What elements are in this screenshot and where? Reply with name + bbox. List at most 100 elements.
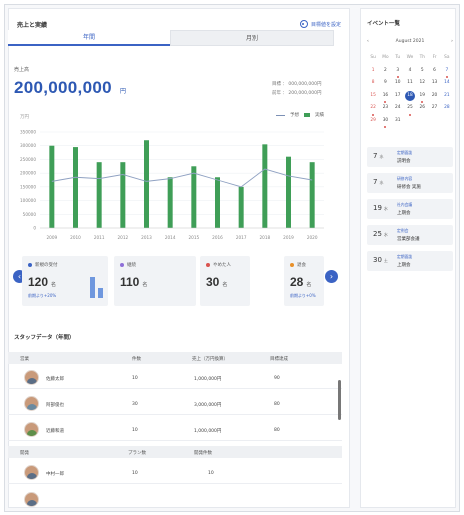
calendar-day[interactable]: 14 xyxy=(441,78,453,91)
event-item[interactable]: 19 水 社内会議 上期会 xyxy=(367,199,453,219)
bar xyxy=(215,177,220,228)
weekday-label: Tu xyxy=(395,55,401,60)
calendar-day[interactable]: 25 xyxy=(404,103,416,116)
kpi-label: 売上高 xyxy=(14,67,30,73)
calendar-day[interactable]: 1 xyxy=(367,66,379,79)
calendar-day[interactable]: 18 xyxy=(404,90,416,104)
calendar-day[interactable]: 5 xyxy=(416,66,428,79)
table-row[interactable] xyxy=(8,486,342,507)
card-new-head: 新規の受付 xyxy=(28,262,58,268)
panel-title: 売上と実績 xyxy=(17,21,48,29)
card-new-note: 前期より+20% xyxy=(28,293,57,298)
staff-revenue: 1,000,000円 xyxy=(194,377,222,382)
x-tick-label: 2020 xyxy=(307,235,318,240)
staff-rate: 80 xyxy=(274,402,280,407)
calendar-day[interactable]: 9 xyxy=(379,78,391,91)
card-quit-value: 30 xyxy=(206,275,220,289)
x-tick-label: 2012 xyxy=(117,235,128,240)
bar xyxy=(262,144,268,228)
event-day-number: 7 xyxy=(373,152,378,160)
calendar-day[interactable]: 6 xyxy=(428,66,440,79)
event-item[interactable]: 30 土 定期面談 上期会 xyxy=(367,251,453,271)
x-tick-label: 2015 xyxy=(188,235,199,240)
event-name: 説明会 xyxy=(397,159,411,164)
legend-bar-swatch xyxy=(304,113,310,117)
weekday-label: Fr xyxy=(432,55,437,60)
calendar-prev-button[interactable]: ‹ xyxy=(367,39,369,44)
x-tick-label: 2011 xyxy=(94,235,105,240)
bar xyxy=(167,177,173,228)
table-row[interactable]: 中村一郎 10 10 xyxy=(8,462,342,484)
bar xyxy=(96,162,102,228)
calendar-day[interactable]: 26 xyxy=(416,103,428,116)
weekday-label: We xyxy=(406,55,414,60)
x-tick-label: 2018 xyxy=(259,235,270,240)
card-quit-value-wrap: 30 名 xyxy=(206,275,227,289)
calendar-day[interactable]: 27 xyxy=(428,103,440,116)
event-tag: 定例会 xyxy=(397,228,409,233)
calendar-day[interactable]: 7 xyxy=(441,66,453,79)
set-target-link[interactable]: 目標値を設定 xyxy=(299,20,341,28)
table-scrollbar[interactable] xyxy=(338,380,341,420)
card-leave: 退会 28 名 前期より+0% xyxy=(284,256,324,306)
calendar-day[interactable]: 29 xyxy=(367,116,379,129)
x-tick-label: 2013 xyxy=(141,235,152,240)
calendar-day[interactable]: 19 xyxy=(416,91,428,104)
calendar-day[interactable]: 13 xyxy=(428,78,440,91)
y-tick-label: 0 xyxy=(33,226,36,231)
staff-name: 近藤和道 xyxy=(46,429,64,434)
card-new-unit: 名 xyxy=(51,282,57,288)
calendar-day[interactable]: 20 xyxy=(428,91,440,104)
card-new-label: 新規の受付 xyxy=(35,263,58,268)
avatar xyxy=(24,396,39,411)
calendar-day[interactable]: 21 xyxy=(441,91,453,104)
event-weekday: 水 xyxy=(379,154,384,159)
tab-monthly[interactable]: 月別 xyxy=(170,30,334,46)
calendar-week: 1234567 xyxy=(367,66,453,79)
calendar-day[interactable]: 31 xyxy=(392,116,404,129)
cards-next-button[interactable]: › xyxy=(325,270,338,283)
calendar-day xyxy=(428,116,440,129)
table-row[interactable]: 阿部俊也 30 3,000,000円 80 xyxy=(8,393,342,415)
calendar-day[interactable]: 22 xyxy=(367,103,379,116)
calendar-day[interactable]: 30 xyxy=(379,116,391,129)
event-name: 上期会 xyxy=(397,263,411,268)
calendar-weekday-row: Su Mo Tu We Th Fr Sa xyxy=(367,53,453,66)
event-item[interactable]: 25 水 定例会 営業部会議 xyxy=(367,225,453,245)
calendar-day[interactable]: 17 xyxy=(392,91,404,104)
table-row[interactable]: 佐藤太郎 10 1,000,000円 90 xyxy=(8,367,342,389)
calendar-next-button[interactable]: › xyxy=(451,39,453,44)
calendar-day[interactable]: 2 xyxy=(379,66,391,79)
bar xyxy=(49,145,55,228)
event-item[interactable]: 7 水 定期面談 説明会 xyxy=(367,147,453,167)
chart-legend: 予想 実績 xyxy=(276,112,324,118)
calendar-month: August 2021 xyxy=(395,39,425,44)
calendar-day[interactable]: 12 xyxy=(416,78,428,91)
event-tag: 社内会議 xyxy=(397,202,413,207)
avatar xyxy=(24,422,39,437)
bar xyxy=(309,162,315,228)
table-row[interactable]: 近藤和道 10 1,000,000円 80 xyxy=(8,419,342,441)
calendar-day[interactable]: 16 xyxy=(379,91,391,104)
calendar-day[interactable]: 24 xyxy=(392,103,404,116)
card-leave-dot xyxy=(290,263,294,267)
card-continue-label: 継続 xyxy=(127,263,136,268)
x-tick-label: 2010 xyxy=(70,235,81,240)
calendar-day[interactable]: 3 xyxy=(392,66,404,79)
col-dev: 開発 xyxy=(20,451,29,456)
sales-chart: 0 50000 100000 150000 200000 250000 300000 3500… xyxy=(20,130,324,240)
calendar-day[interactable]: 28 xyxy=(441,103,453,116)
kpi-value: 200,000,000 xyxy=(14,78,112,97)
calendar-day[interactable]: 23 xyxy=(379,103,391,116)
calendar-day[interactable]: 10 xyxy=(392,78,404,91)
calendar-day[interactable]: 4 xyxy=(404,66,416,79)
calendar-day[interactable]: 15 xyxy=(367,91,379,104)
calendar-day[interactable]: 11 xyxy=(404,78,416,91)
tab-annual[interactable]: 年間 xyxy=(8,30,170,46)
calendar-day[interactable]: 8 xyxy=(367,78,379,91)
event-day-number: 25 xyxy=(373,230,382,238)
card-quit-head: やめた人 xyxy=(206,262,231,268)
calendar-week: 8 9 10 11 12 13 14 xyxy=(367,78,453,91)
event-item[interactable]: 7 水 研修内容 研修会 実施 xyxy=(367,173,453,193)
card-new-dot xyxy=(28,263,32,267)
